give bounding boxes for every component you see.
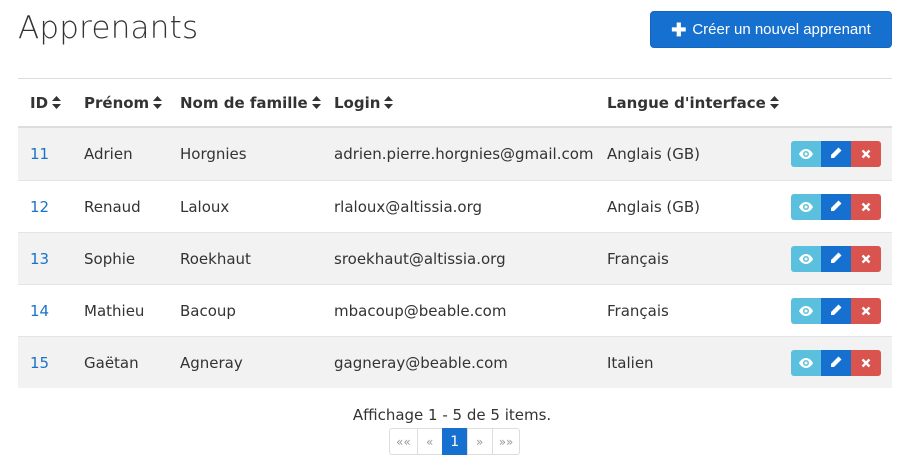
eye-icon [799,198,813,216]
eye-icon [799,145,813,163]
table-row: 13 Sophie Roekhaut sroekhaut@altissia.or… [18,232,892,284]
column-header-first-name[interactable]: Prénom [84,93,163,112]
last-name-cell: Roekhaut [180,249,251,268]
column-header-last-name[interactable]: Nom de famille [180,94,321,112]
edit-button[interactable] [821,297,851,324]
login-cell: gagneray@beable.com [334,353,508,372]
pencil-icon [830,302,842,320]
view-button[interactable] [791,245,821,272]
create-learner-button[interactable]: ✚ Créer un nouvel apprenant [650,11,892,48]
table-row: 12 Renaud Laloux rlaloux@altissia.org An… [18,180,892,232]
learner-id-link[interactable]: 12 [30,198,49,216]
column-header-language[interactable]: Langue d'interface [607,94,779,112]
table-row: 14 Mathieu Bacoup mbacoup@beable.com Fra… [18,284,892,336]
learners-table: ID Prénom Nom de famille Login Langue d'… [18,78,892,388]
last-name-cell: Horgnies [180,145,247,163]
row-actions [791,245,881,272]
sort-icon [769,95,779,109]
view-button[interactable] [791,349,821,376]
language-cell: Français [607,249,669,268]
close-icon [861,198,871,216]
login-cell: sroekhaut@altissia.org [334,249,506,268]
first-name-cell: Gaëtan [84,353,139,372]
table-row: 15 Gaëtan Agneray gagneray@beable.com It… [18,336,892,388]
row-actions [791,349,881,376]
view-button[interactable] [791,193,821,220]
language-cell: Anglais (GB) [607,197,701,216]
learner-id-link[interactable]: 13 [30,250,49,268]
column-header-last-name-label: Nom de famille [180,93,308,112]
language-cell: Français [607,301,669,320]
row-actions [791,297,881,324]
next-page-button[interactable]: » [466,428,493,455]
sort-icon [384,95,394,109]
edit-button[interactable] [821,193,851,220]
column-header-id-label: ID [30,93,49,112]
row-actions [791,193,881,220]
first-name-cell: Renaud [84,197,141,216]
last-page-button[interactable]: »» [491,428,521,455]
edit-button[interactable] [821,245,851,272]
language-cell: Anglais (GB) [607,145,701,163]
sort-icon [52,95,62,109]
login-cell: mbacoup@beable.com [334,301,507,320]
learner-id-link[interactable]: 11 [30,145,49,163]
delete-button[interactable] [851,193,881,220]
close-icon [861,354,871,372]
last-name-cell: Agneray [180,353,243,372]
first-name-cell: Sophie [84,249,136,268]
close-icon [861,145,871,163]
column-header-login-label: Login [334,93,381,112]
table-row: 11 Adrien Horgnies adrien.pierre.horgnie… [18,128,892,180]
learner-id-link[interactable]: 14 [30,302,49,320]
pencil-icon [830,145,842,163]
delete-button[interactable] [851,297,881,324]
column-header-language-label: Langue d'interface [607,93,766,112]
language-cell: Italien [607,353,654,372]
table-header: ID Prénom Nom de famille Login Langue d'… [18,79,892,128]
table-body: 11 Adrien Horgnies adrien.pierre.horgnie… [18,128,892,388]
edit-button[interactable] [821,349,851,376]
create-learner-label: Créer un nouvel apprenant [692,21,871,38]
pencil-icon [830,250,842,268]
sort-icon [311,95,321,109]
current-page-button[interactable]: 1 [441,428,468,455]
first-page-button[interactable]: «« [389,428,418,455]
first-name-cell: Adrien [84,145,133,163]
eye-icon [799,250,813,268]
login-cell: adrien.pierre.horgnies@gmail.com [334,145,594,163]
column-header-first-name-label: Prénom [84,93,150,112]
prev-page-button[interactable]: « [416,428,443,455]
delete-button[interactable] [851,245,881,272]
close-icon [861,302,871,320]
column-header-login[interactable]: Login [334,93,394,112]
row-actions [791,141,881,167]
eye-icon [799,354,813,372]
column-header-id[interactable]: ID [30,93,62,112]
pagination-summary: Affichage 1 - 5 de 5 items. [352,406,552,424]
pencil-icon [830,354,842,372]
close-icon [861,250,871,268]
edit-button[interactable] [821,141,851,167]
pagination: «« « 1 » »» [389,428,521,455]
learner-id-link[interactable]: 15 [30,354,49,372]
sort-icon [153,95,163,109]
view-button[interactable] [791,297,821,324]
page-title: Apprenants [18,10,199,46]
pencil-icon [830,198,842,216]
login-cell: rlaloux@altissia.org [334,197,483,216]
first-name-cell: Mathieu [84,301,145,320]
delete-button[interactable] [851,349,881,376]
plus-icon: ✚ [671,19,687,40]
delete-button[interactable] [851,141,881,167]
view-button[interactable] [791,141,821,167]
last-name-cell: Bacoup [180,301,236,320]
last-name-cell: Laloux [180,197,230,216]
eye-icon [799,302,813,320]
